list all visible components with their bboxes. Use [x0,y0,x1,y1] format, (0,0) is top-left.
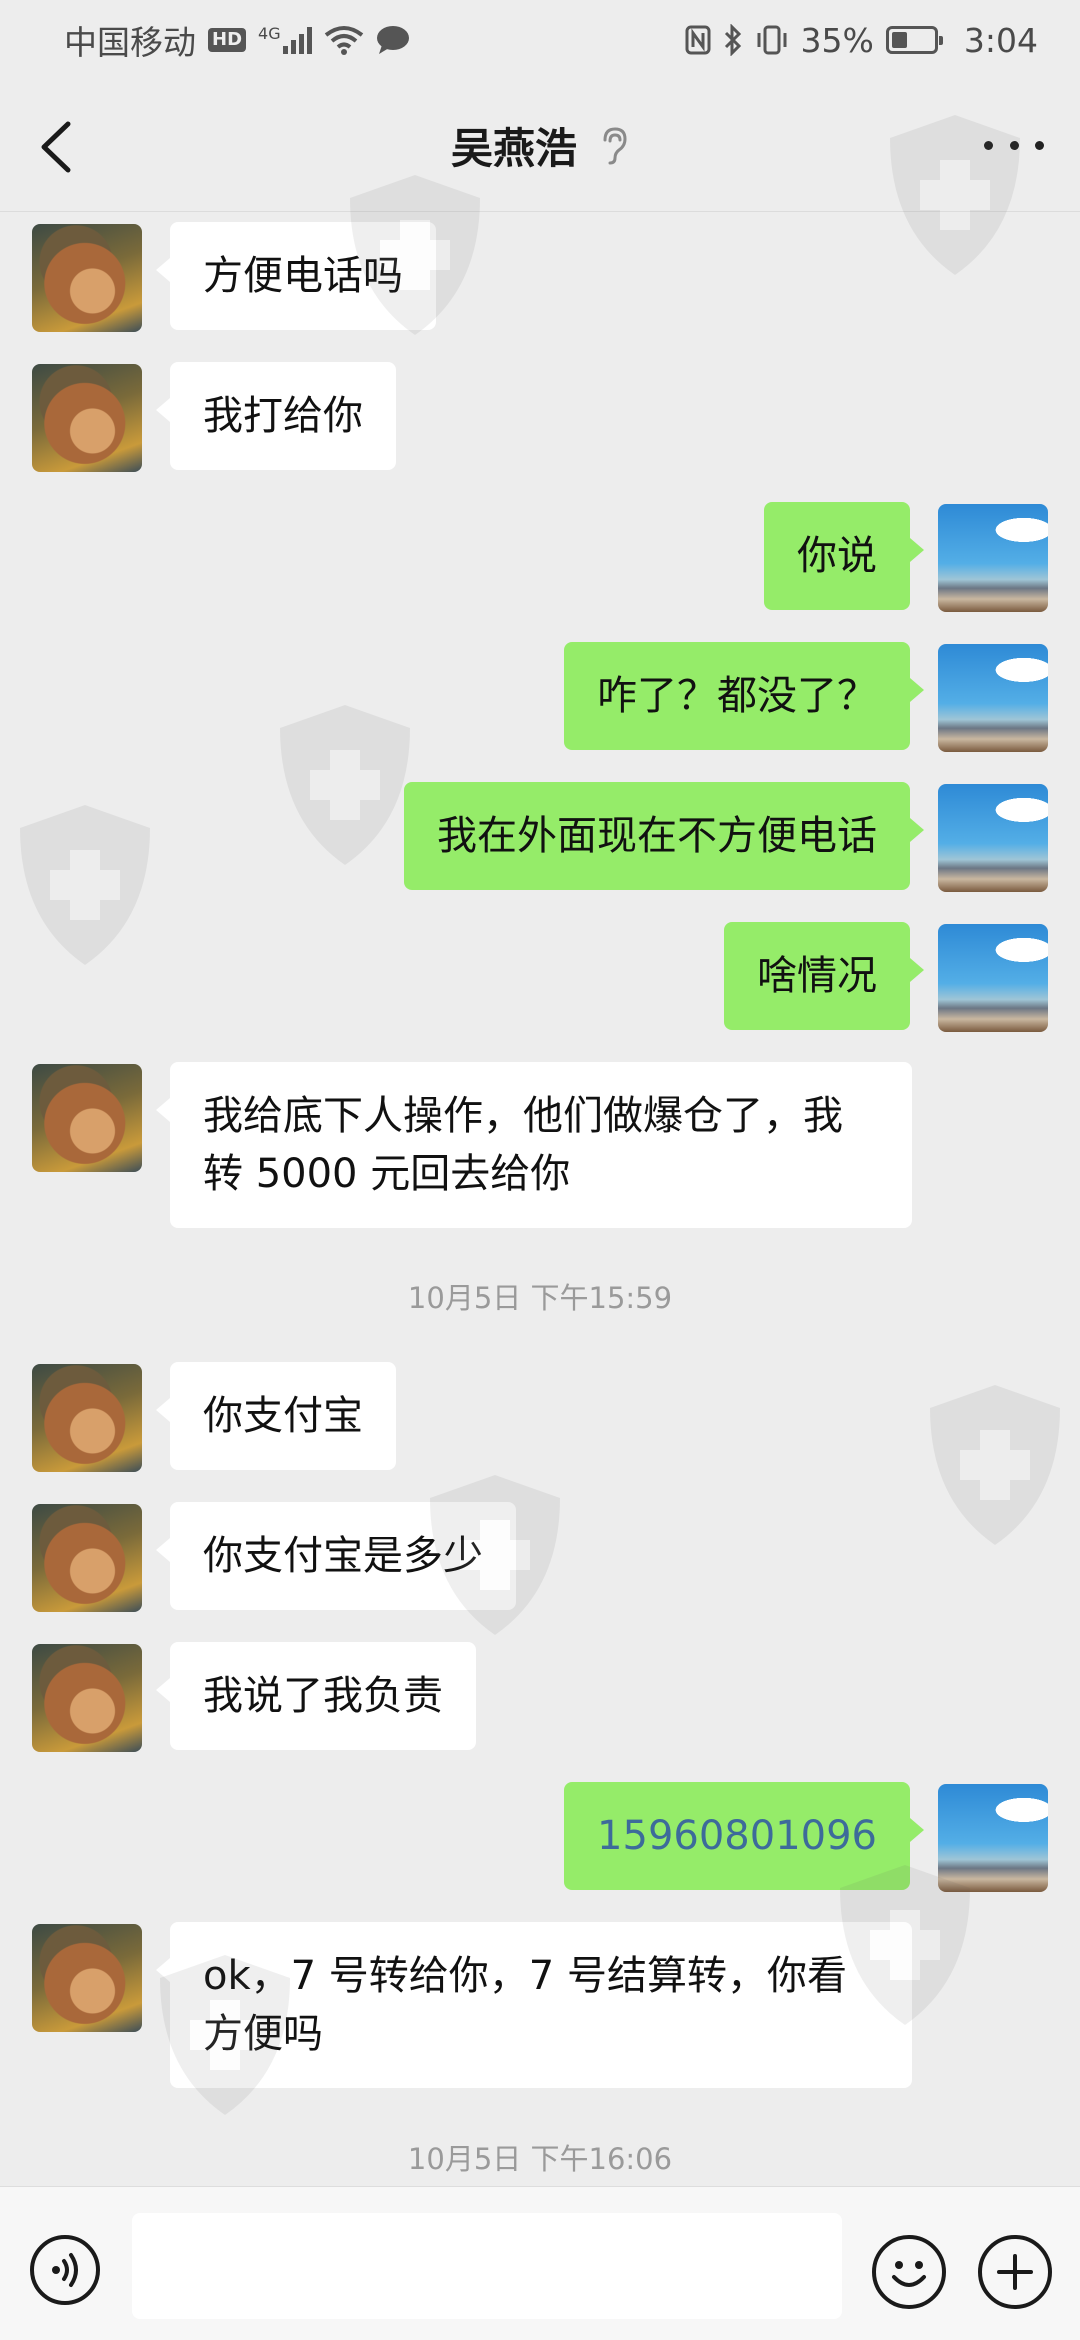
contact-avatar[interactable] [32,1924,142,2032]
timestamp: 10月5日 下午15:59 [407,1281,673,1315]
network-signal-icon: 4G [258,26,312,54]
phone-number-link[interactable]: 15960801096 [564,1782,924,1890]
message-row: 你支付宝 [0,1362,1080,1472]
status-bar: 中国移动 HD 4G 35% 3:04 [0,0,1080,80]
contact-avatar[interactable] [32,1364,142,1472]
hd-badge: HD [208,28,247,52]
chat-title: 吴燕浩 [450,124,577,173]
message-bubble[interactable]: 方便电话吗 [156,222,436,330]
message-row: 我说了我负责 [0,1642,1080,1752]
voice-icon[interactable] [30,2235,100,2305]
contact-avatar[interactable] [32,1504,142,1612]
message-bubble[interactable]: 我打给你 [156,362,396,470]
message-bubble[interactable]: 啥情况 [724,922,924,1030]
message-input[interactable] [132,2213,842,2319]
nfc-icon [685,25,711,55]
message-bubble[interactable]: 我给底下人操作，他们做爆仓了，我转 5000 元回去给你 [156,1062,912,1228]
chat-title-wrap: 吴燕浩 [451,115,629,176]
vibrate-icon [757,25,787,55]
status-left: 中国移动 HD 4G [64,16,410,64]
message-bubble[interactable]: 咋了？都没了？ [564,642,924,750]
message-bubble[interactable]: ok，7 号转给你，7 号结算转，你看方便吗 [156,1922,912,2088]
contact-avatar[interactable] [32,1644,142,1752]
battery-percent: 35% [800,20,874,60]
message-bubble[interactable]: 你支付宝 [156,1362,396,1470]
emoji-icon[interactable] [872,2235,946,2309]
message-row: 你支付宝是多少 [0,1502,1080,1612]
message-row: 15960801096 [0,1782,1080,1892]
back-icon[interactable] [34,120,78,174]
message-bubble[interactable]: 你支付宝是多少 [156,1502,516,1610]
message-row: 我给底下人操作，他们做爆仓了，我转 5000 元回去给你 [0,1062,1080,1228]
self-avatar[interactable] [938,504,1048,612]
wifi-icon [324,26,363,55]
self-avatar[interactable] [938,1784,1048,1892]
message-row: 我打给你 [0,362,1080,472]
carrier-label: 中国移动 [64,23,196,62]
message-row: 咋了？都没了？ [0,642,1080,752]
message-bubble[interactable]: 你说 [764,502,924,610]
message-row: 你说 [0,502,1080,612]
message-bubble[interactable]: 我在外面现在不方便电话 [404,782,924,890]
clock: 3:04 [963,20,1038,60]
input-bar [0,2186,1080,2340]
battery-icon [885,26,943,54]
self-avatar[interactable] [938,784,1048,892]
message-notification-icon [376,26,409,54]
timestamp: 10月5日 下午16:06 [407,2142,673,2176]
message-row: 啥情况 [0,922,1080,1032]
message-row: 我在外面现在不方便电话 [0,782,1080,892]
message-row: 方便电话吗 [0,222,1080,332]
bluetooth-icon [724,24,741,56]
status-right: 35% 3:04 [685,21,1038,60]
message-row: ok，7 号转给你，7 号结算转，你看方便吗 [0,1922,1080,2088]
self-avatar[interactable] [938,924,1048,1032]
more-icon[interactable] [984,130,1044,160]
contact-avatar[interactable] [32,1064,142,1172]
contact-avatar[interactable] [32,364,142,472]
message-bubble[interactable]: 我说了我负责 [156,1642,476,1750]
plus-icon[interactable] [978,2235,1052,2309]
contact-avatar[interactable] [32,224,142,332]
chat-header: 吴燕浩 [0,80,1080,212]
self-avatar[interactable] [938,644,1048,752]
ear-icon [603,126,627,164]
